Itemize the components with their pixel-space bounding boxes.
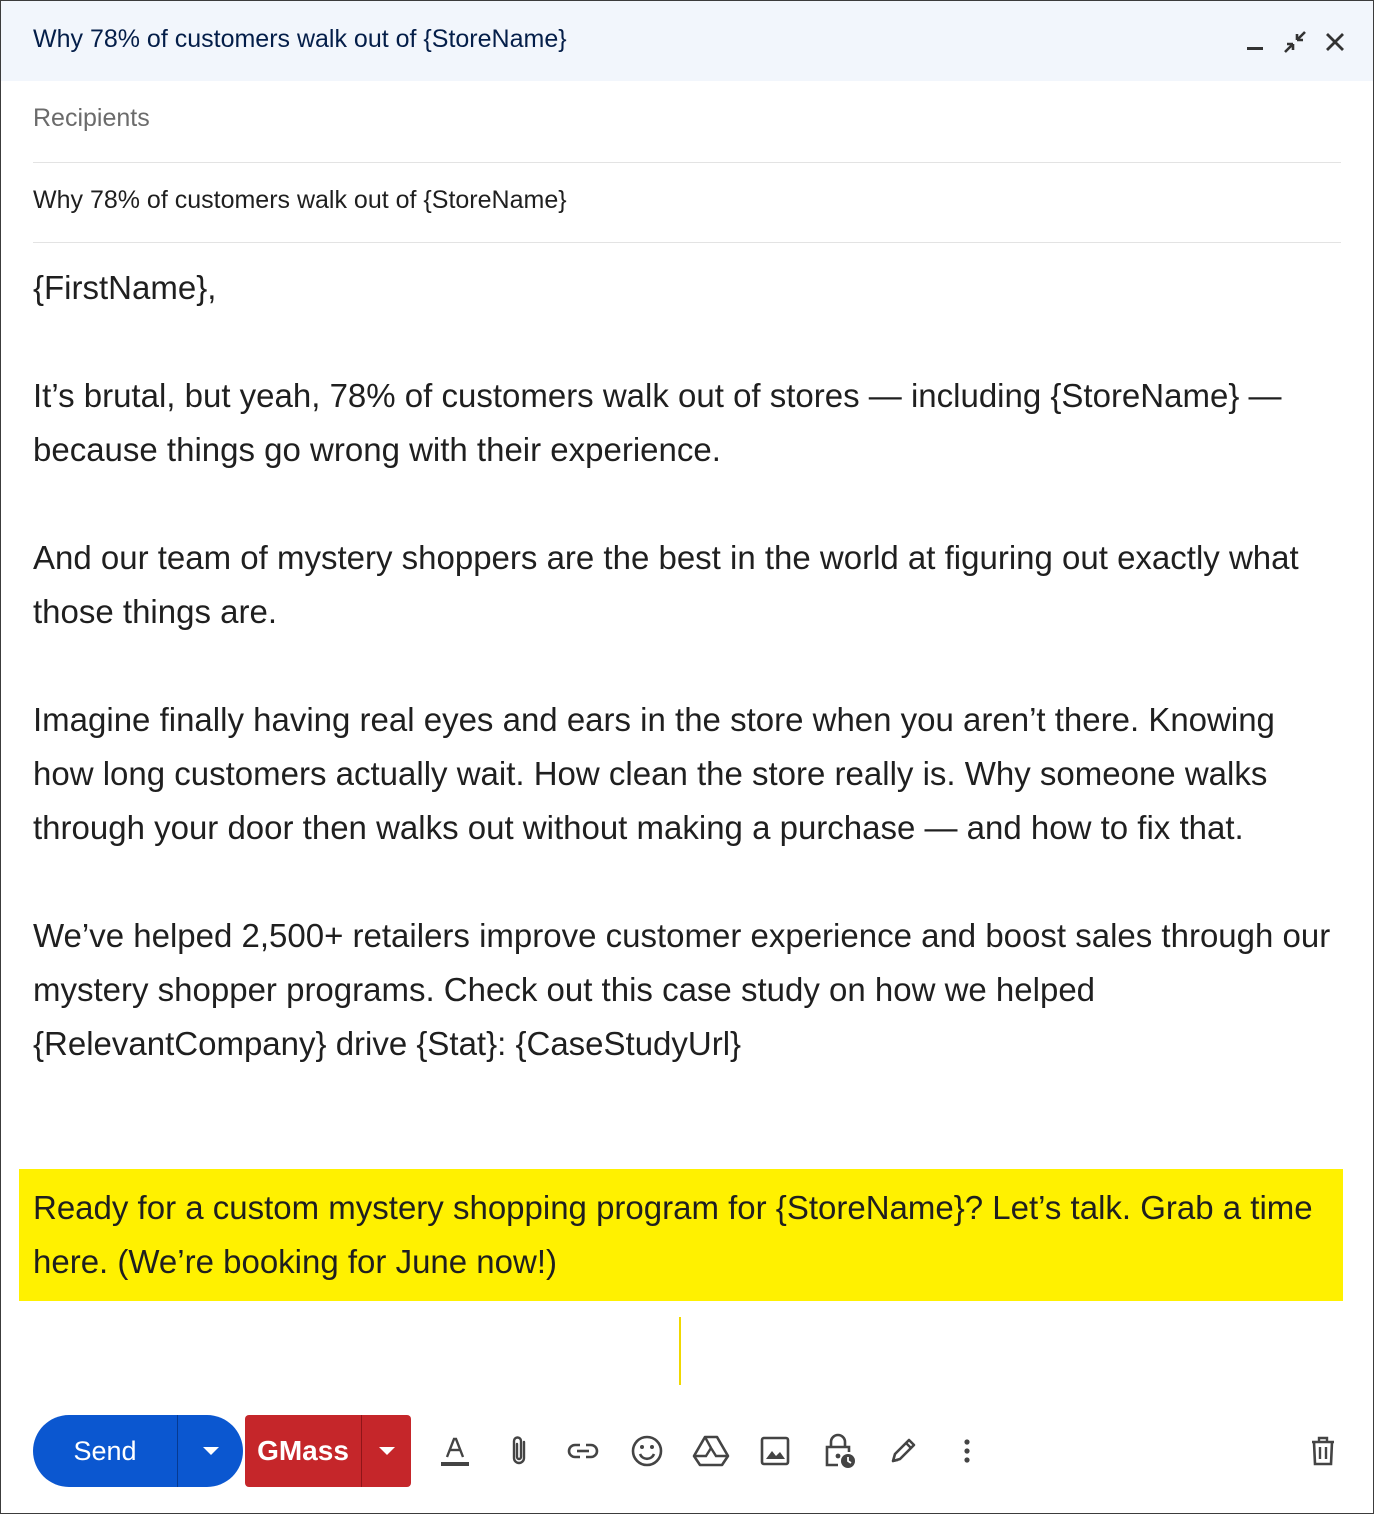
caret-down-icon bbox=[378, 1447, 395, 1455]
attach-icon bbox=[512, 1436, 526, 1465]
body-paragraph: It’s brutal, but yeah, 78% of customers … bbox=[33, 377, 1282, 468]
minimize-icon bbox=[1247, 47, 1263, 50]
attach-button[interactable] bbox=[497, 1429, 541, 1473]
gmass-options-button[interactable] bbox=[362, 1446, 411, 1456]
body-greeting: {FirstName}, bbox=[33, 269, 217, 306]
recipients-row bbox=[33, 82, 1341, 163]
formatting-icon bbox=[441, 1437, 469, 1466]
text-cursor bbox=[679, 1317, 681, 1385]
insert-drive-button[interactable] bbox=[689, 1429, 733, 1473]
insert-link-button[interactable] bbox=[561, 1429, 605, 1473]
emoji-icon bbox=[631, 1435, 663, 1467]
more-options-button[interactable] bbox=[945, 1429, 989, 1473]
close-icon bbox=[1326, 33, 1344, 51]
compose-titlebar[interactable]: Why 78% of customers walk out of {StoreN… bbox=[1, 1, 1373, 81]
body-paragraph: And our team of mystery shoppers are the… bbox=[33, 539, 1299, 630]
compose-window: Why 78% of customers walk out of {StoreN… bbox=[0, 0, 1374, 1514]
subject-row[interactable]: Why 78% of customers walk out of {StoreN… bbox=[33, 162, 1341, 243]
confidential-mode-button[interactable] bbox=[817, 1429, 861, 1473]
link-icon bbox=[567, 1443, 599, 1459]
recipients-input[interactable] bbox=[33, 104, 1341, 133]
formatting-button[interactable] bbox=[433, 1429, 477, 1473]
highlighted-cta-block[interactable]: Ready for a custom mystery shopping prog… bbox=[19, 1169, 1343, 1301]
insert-photo-button[interactable] bbox=[753, 1429, 797, 1473]
compose-title: Why 78% of customers walk out of {StoreN… bbox=[33, 25, 567, 53]
insert-signature-button[interactable] bbox=[881, 1429, 925, 1473]
body-paragraph: We’ve helped 2,500+ retailers improve cu… bbox=[33, 917, 1331, 1062]
discard-icon bbox=[1312, 1436, 1334, 1466]
minimize-button[interactable] bbox=[1239, 25, 1271, 59]
send-button[interactable]: Send bbox=[33, 1415, 243, 1487]
discard-draft-button[interactable] bbox=[1301, 1429, 1345, 1473]
caret-down-icon bbox=[202, 1447, 219, 1455]
drive-icon bbox=[692, 1435, 730, 1467]
send-options-button[interactable] bbox=[178, 1446, 243, 1456]
compose-toolbar: Send GMass bbox=[1, 1411, 1373, 1491]
signature-icon bbox=[891, 1438, 916, 1463]
message-body[interactable]: {FirstName}, It’s brutal, but yeah, 78% … bbox=[33, 261, 1343, 1125]
confidential-icon bbox=[825, 1433, 855, 1468]
body-paragraph: Imagine finally having real eyes and ear… bbox=[33, 701, 1275, 846]
exit-fullscreen-icon bbox=[1284, 31, 1306, 53]
more-options-icon bbox=[964, 1439, 970, 1463]
gmass-button[interactable]: GMass bbox=[245, 1415, 411, 1487]
photo-icon bbox=[760, 1436, 790, 1466]
emoji-button[interactable] bbox=[625, 1429, 669, 1473]
exit-fullscreen-button[interactable] bbox=[1279, 25, 1311, 59]
close-button[interactable] bbox=[1319, 25, 1351, 59]
gmass-button-label: GMass bbox=[257, 1435, 349, 1466]
highlighted-cta-text: Ready for a custom mystery shopping prog… bbox=[33, 1189, 1313, 1280]
send-button-label: Send bbox=[73, 1435, 137, 1466]
subject-field[interactable]: Why 78% of customers walk out of {StoreN… bbox=[33, 186, 567, 215]
